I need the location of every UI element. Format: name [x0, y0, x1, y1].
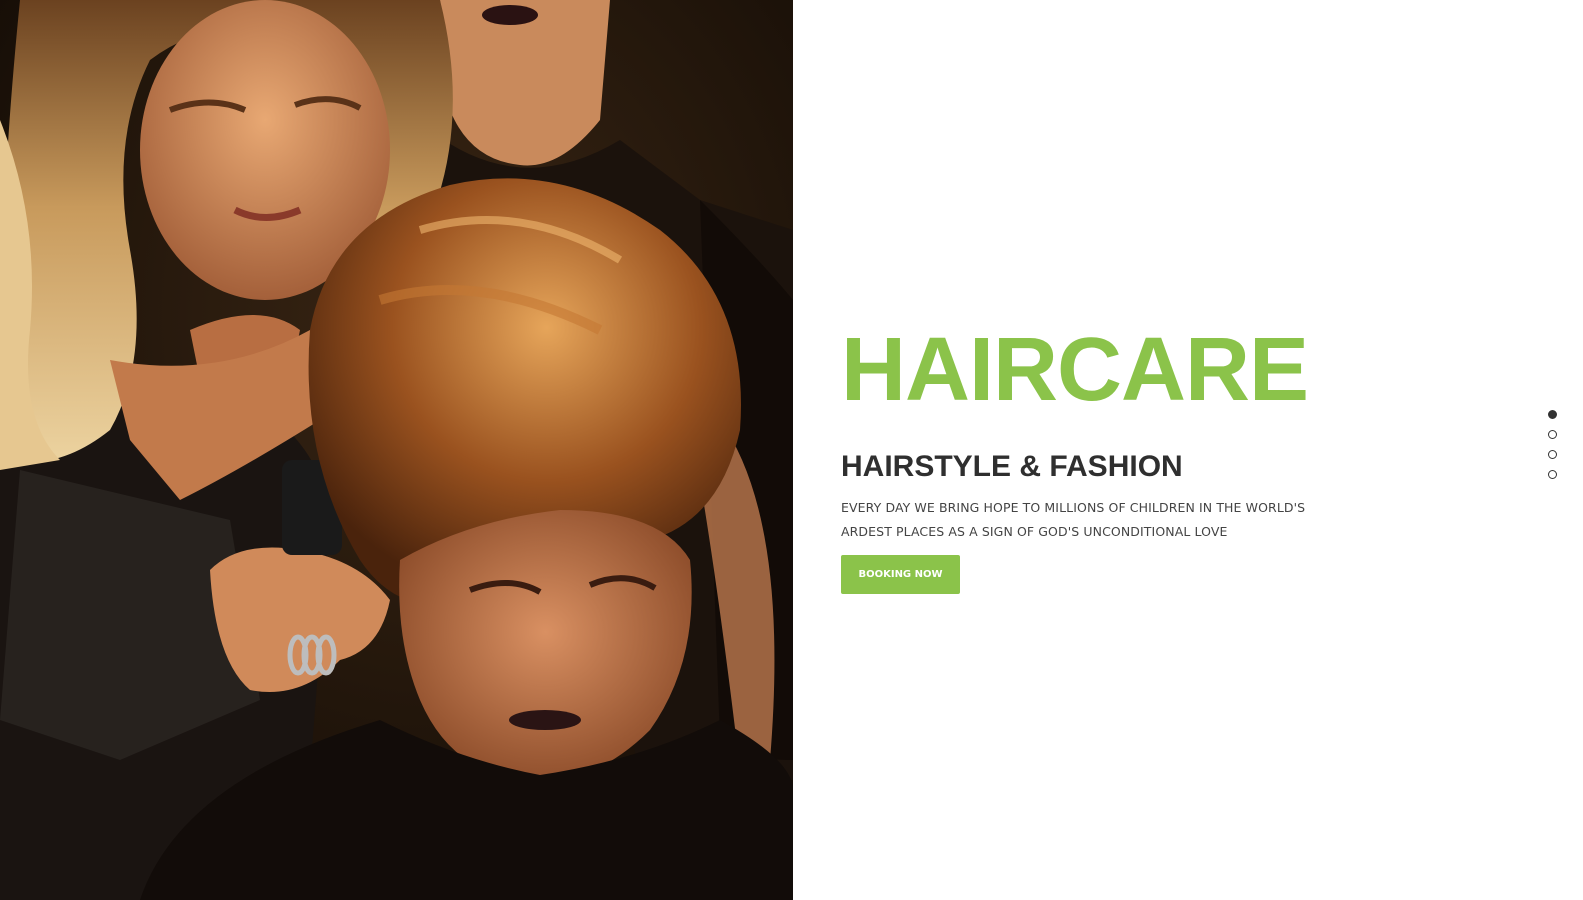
hero-subtitle: HAIRSTYLE & FASHION	[841, 450, 1183, 483]
hero-photo	[0, 0, 793, 900]
hero-description: EVERY DAY WE BRING HOPE TO MILLIONS OF C…	[841, 500, 1306, 539]
booking-now-button[interactable]: BOOKING NOW	[841, 555, 960, 594]
page: HAIRCARE HAIRSTYLE & FASHION EVERY DAY W…	[0, 0, 1583, 900]
slider-dot-4[interactable]	[1548, 470, 1557, 479]
slider-dot-3[interactable]	[1548, 450, 1557, 459]
hero-photo-illustration	[0, 0, 793, 900]
slider-pagination	[1548, 410, 1560, 490]
slider-dot-1[interactable]	[1548, 410, 1557, 419]
hero-content: HAIRCARE HAIRSTYLE & FASHION EVERY DAY W…	[841, 322, 1361, 594]
slider-dot-2[interactable]	[1548, 430, 1557, 439]
hero-title: HAIRCARE	[841, 320, 1309, 420]
